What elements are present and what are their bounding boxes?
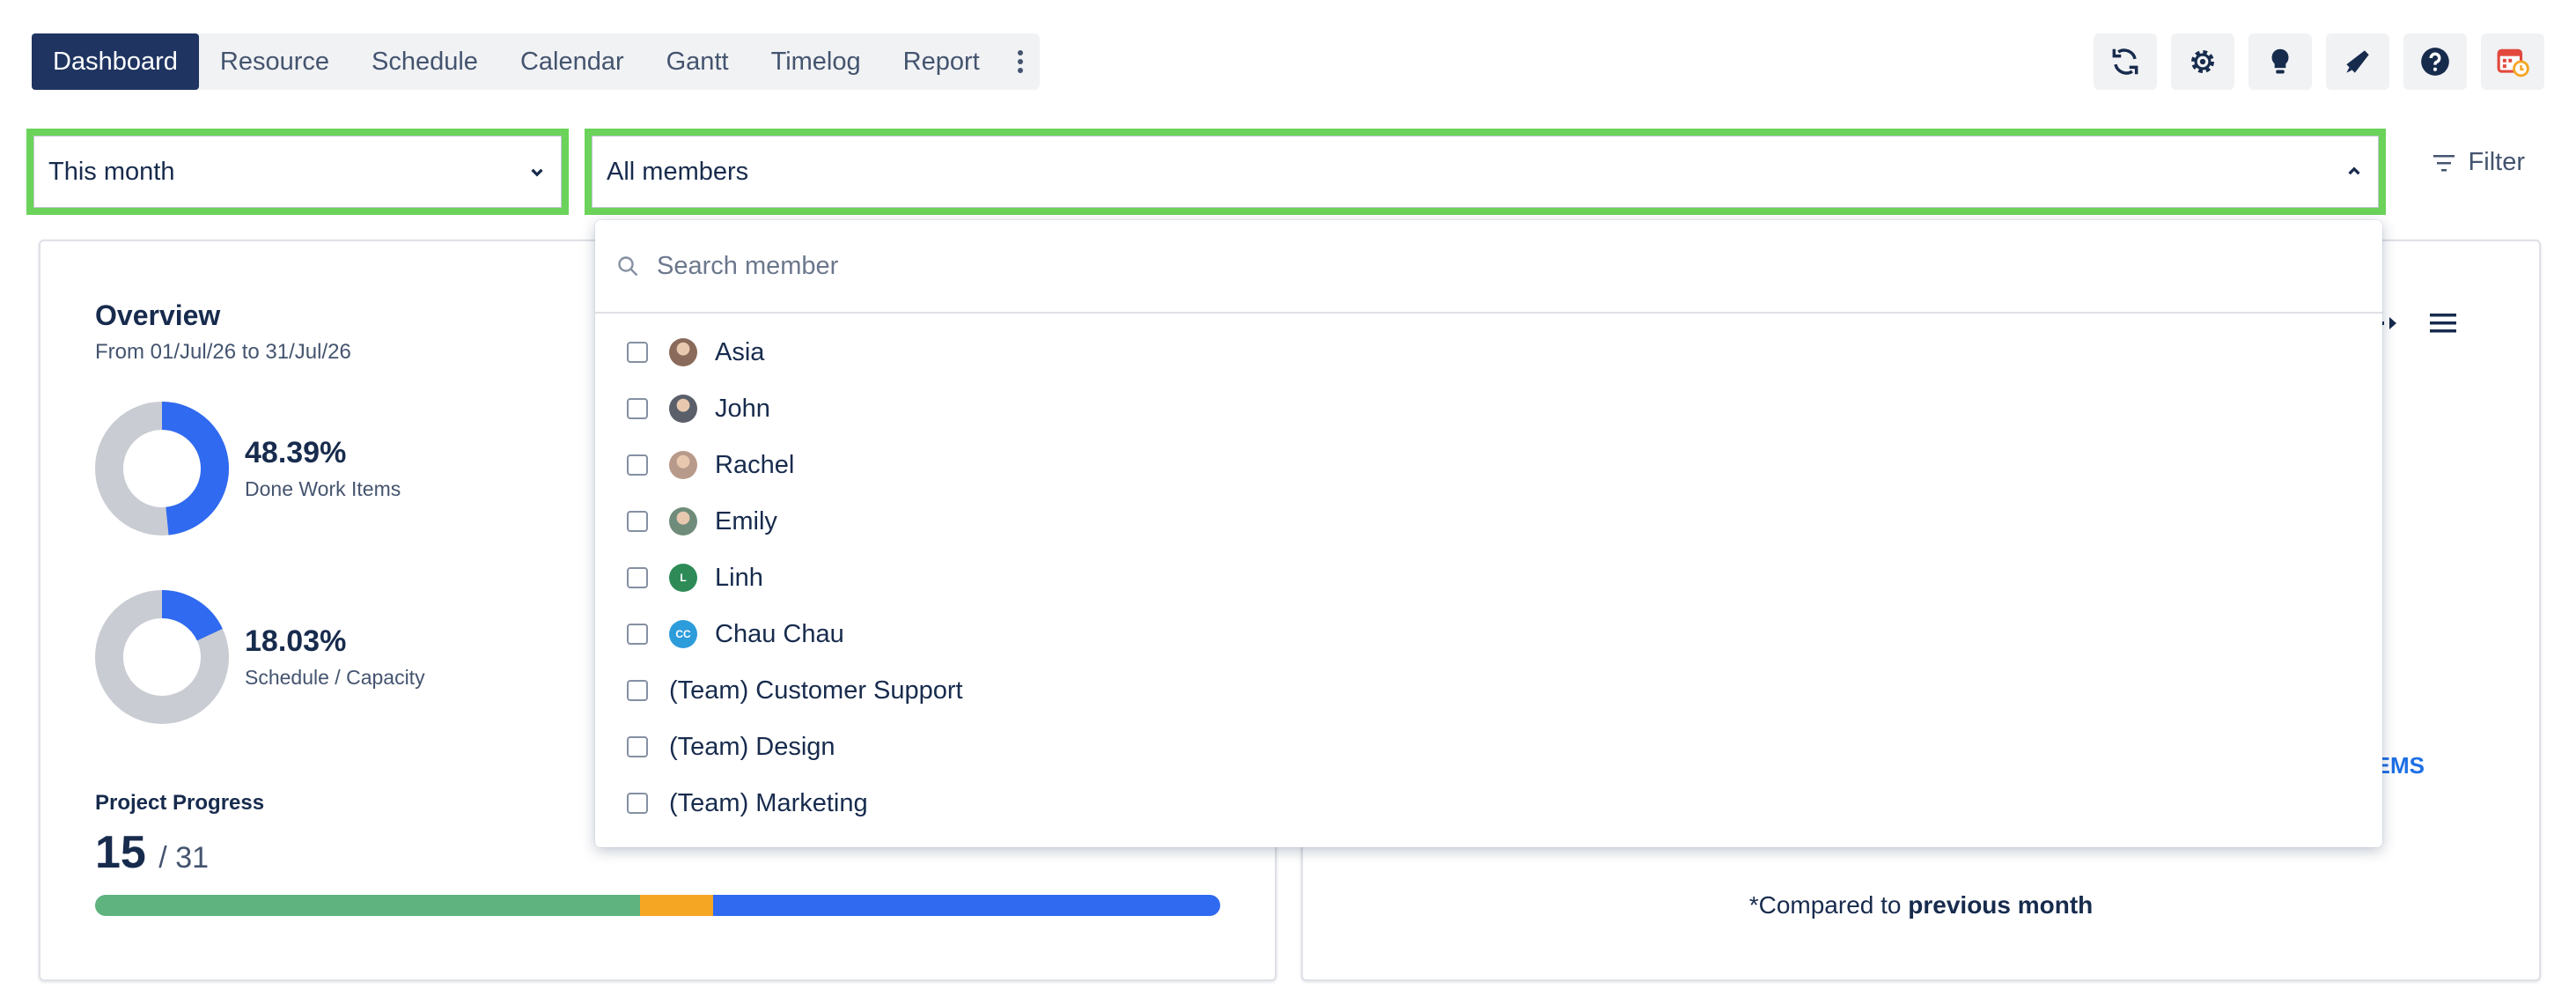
- tab-resource[interactable]: Resource: [199, 33, 350, 90]
- member-option[interactable]: Asia: [595, 324, 2382, 380]
- member-option[interactable]: Rachel: [595, 437, 2382, 493]
- filter-icon: [2432, 154, 2455, 171]
- member-checkbox[interactable]: [627, 342, 648, 363]
- schedule-percentage: 18.03%: [245, 624, 347, 658]
- member-checkbox[interactable]: [627, 793, 648, 814]
- help-icon: [2421, 48, 2449, 76]
- sync-icon: [2112, 48, 2138, 75]
- megaphone-icon: [2346, 50, 2369, 73]
- member-option[interactable]: Emily: [595, 493, 2382, 550]
- overview-range: From 01/Jul/26 to 31/Jul/26: [95, 340, 351, 364]
- schedule-capacity-stat: 18.03% Schedule / Capacity: [95, 590, 425, 724]
- member-option-label: Asia: [715, 337, 765, 366]
- member-checkbox[interactable]: [627, 680, 648, 701]
- period-select-highlight: This month: [26, 129, 569, 215]
- chevron-down-icon: [531, 168, 543, 177]
- progress-total: / 31: [158, 841, 210, 875]
- search-icon: [618, 256, 638, 277]
- filter-button[interactable]: Filter: [2432, 148, 2525, 177]
- comparison-note-prefix: *Compared to: [1748, 891, 1909, 919]
- menu-icon[interactable]: [2428, 312, 2458, 335]
- tab-timelog[interactable]: Timelog: [750, 33, 882, 90]
- help-button[interactable]: [2403, 33, 2467, 90]
- filter-label: Filter: [2468, 148, 2525, 176]
- done-label: Done Work Items: [245, 477, 401, 500]
- lightbulb-icon: [2271, 48, 2289, 74]
- announcements-button[interactable]: [2326, 33, 2389, 90]
- ideas-button[interactable]: [2248, 33, 2312, 90]
- settings-button[interactable]: [2171, 33, 2234, 90]
- overview-title: Overview: [95, 299, 221, 331]
- tab-calendar[interactable]: Calendar: [499, 33, 645, 90]
- member-option[interactable]: (Team) Marketing: [595, 775, 2382, 831]
- sync-button[interactable]: [2094, 33, 2157, 90]
- member-list: Asia John Rachel Emily L Linh CC Chau Chau (Team…: [595, 314, 2382, 831]
- tab-gantt[interactable]: Gantt: [645, 33, 750, 90]
- schedule-label: Schedule / Capacity: [245, 666, 425, 689]
- progress-segment-done: [95, 895, 640, 916]
- member-option[interactable]: John: [595, 380, 2382, 437]
- toolbar: [2094, 33, 2544, 90]
- members-select[interactable]: All members: [592, 136, 2379, 208]
- gear-icon: [2191, 50, 2214, 73]
- tab-report[interactable]: Report: [882, 33, 1001, 90]
- avatar: [669, 507, 697, 535]
- member-option-label: Rachel: [715, 450, 795, 479]
- view-items-link[interactable]: EMS: [2375, 752, 2425, 779]
- done-work-items-stat: 48.39% Done Work Items: [95, 402, 401, 535]
- project-progress-bar: [95, 895, 1220, 916]
- avatar: [669, 395, 697, 423]
- members-select-highlight: All members: [585, 129, 2386, 215]
- project-progress-count: 15 / 31: [95, 826, 209, 879]
- calendar-app-button[interactable]: [2481, 33, 2544, 90]
- member-option-label: (Team) Marketing: [669, 788, 868, 817]
- member-search: [595, 220, 2382, 314]
- member-option-label: Emily: [715, 506, 777, 535]
- member-option-label: Linh: [715, 563, 763, 592]
- member-checkbox[interactable]: [627, 624, 648, 645]
- comparison-note: *Compared to previous month: [1303, 891, 2539, 919]
- members-dropdown: Asia John Rachel Emily L Linh CC Chau Chau (Team…: [595, 220, 2382, 847]
- member-option[interactable]: (Team) Customer Support: [595, 662, 2382, 719]
- member-option[interactable]: (Team) Design: [595, 719, 2382, 775]
- done-donut: [95, 402, 229, 535]
- tab-dashboard[interactable]: Dashboard: [32, 33, 199, 90]
- done-percentage: 48.39%: [245, 436, 347, 469]
- schedule-donut: [95, 590, 229, 724]
- calendar-clock-icon: [2497, 48, 2529, 78]
- more-menu-button[interactable]: [1001, 33, 1040, 90]
- main-nav: Dashboard Resource Schedule Calendar Gan…: [32, 33, 1040, 90]
- comparison-note-period: previous month: [1908, 891, 2094, 919]
- member-option-label: (Team) Design: [669, 732, 835, 761]
- progress-segment-to-do: [712, 895, 1220, 916]
- members-select-value: All members: [607, 157, 749, 186]
- period-select[interactable]: This month: [33, 136, 562, 208]
- avatar-initials: L: [669, 564, 697, 592]
- member-option[interactable]: L Linh: [595, 550, 2382, 606]
- member-option-label: Chau Chau: [715, 619, 844, 648]
- avatar: [669, 451, 697, 479]
- progress-done-count: 15: [95, 827, 146, 878]
- member-option[interactable]: CC Chau Chau: [595, 606, 2382, 662]
- member-search-input[interactable]: [657, 251, 2241, 281]
- member-checkbox[interactable]: [627, 398, 648, 419]
- member-checkbox[interactable]: [627, 567, 648, 588]
- member-option-label: (Team) Customer Support: [669, 676, 963, 705]
- avatar: [669, 338, 697, 366]
- member-checkbox[interactable]: [627, 736, 648, 757]
- chevron-up-icon: [2348, 166, 2360, 175]
- period-select-value: This month: [48, 157, 175, 186]
- avatar-initials: CC: [669, 620, 697, 648]
- member-checkbox[interactable]: [627, 454, 648, 476]
- progress-segment-in-progress: [639, 895, 713, 916]
- member-option-label: John: [715, 394, 770, 423]
- tab-schedule[interactable]: Schedule: [350, 33, 499, 90]
- vertical-dots-icon: [1017, 50, 1023, 73]
- member-checkbox[interactable]: [627, 511, 648, 532]
- project-progress-label: Project Progress: [95, 791, 265, 815]
